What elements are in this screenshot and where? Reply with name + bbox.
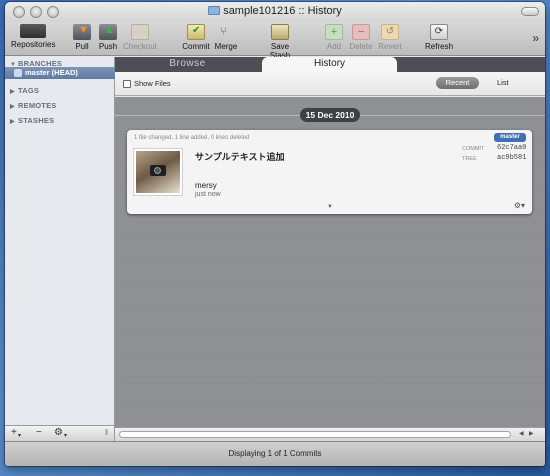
repositories-button[interactable]: Repositories — [11, 24, 55, 49]
status-bar: Displaying 1 of 1 Commits — [5, 441, 545, 466]
tab-browse[interactable]: Browse — [115, 57, 260, 72]
add-icon: + — [325, 24, 343, 40]
folder-icon — [208, 6, 221, 15]
merge-icon: ⑂ — [220, 24, 228, 38]
checkout-icon — [131, 24, 149, 40]
horizontal-scrollbar[interactable]: ◀ ▶ — [115, 427, 545, 441]
tree-hash: ac9b581 — [497, 154, 527, 162]
add-button[interactable]: + Add — [325, 24, 343, 51]
history-filter-bar: Show Files Recent List — [115, 72, 545, 96]
app-window: sample101216 :: History Repositories ▼ P… — [5, 2, 545, 466]
push-icon: ▲ — [99, 24, 117, 40]
sidebar-section-stashes[interactable]: ▶ STASHES — [10, 116, 54, 125]
merge-button[interactable]: ⑂ Merge — [214, 24, 238, 51]
tab-history[interactable]: History — [262, 57, 397, 72]
branch-icon — [14, 69, 22, 77]
lens-icon — [154, 167, 161, 174]
recent-view-button[interactable]: Recent — [436, 77, 479, 89]
pull-icon: ▼ — [73, 24, 91, 40]
checkout-button[interactable]: Checkout — [123, 24, 157, 51]
commit-author: mersy — [195, 181, 217, 190]
pull-button[interactable]: ▼ Pull — [71, 24, 93, 51]
view-tabs: Browse History — [115, 57, 545, 72]
scroll-right-icon[interactable]: ▶ — [529, 430, 534, 437]
refresh-button[interactable]: ⟳ Refresh — [425, 24, 453, 51]
commit-hash: 62c7aa0 — [497, 144, 527, 152]
disclosure-closed-icon: ▶ — [10, 89, 15, 95]
delete-button[interactable]: − Delete — [348, 24, 374, 51]
sidebar-add-button[interactable]: + — [11, 428, 17, 438]
commit-gear-icon[interactable]: ⚙▾ — [514, 201, 525, 210]
repositories-icon — [20, 24, 46, 38]
sidebar-section-remotes[interactable]: ▶ REMOTES — [10, 101, 57, 110]
expand-icon[interactable]: ▼ — [327, 204, 333, 210]
date-header: 15 Dec 2010 — [300, 108, 360, 122]
branch-badge: master — [494, 133, 526, 142]
push-button[interactable]: ▲ Push — [97, 24, 119, 51]
refresh-icon: ⟳ — [430, 24, 448, 40]
window-title: sample101216 :: History — [5, 5, 545, 17]
commit-card[interactable]: 1 file changed, 1 line added, 0 lines de… — [127, 130, 532, 214]
chevron-down-icon: ▾ — [64, 433, 68, 439]
commit-message: サンプルテキスト追加 — [195, 153, 285, 163]
show-files-label: Show Files — [134, 79, 171, 88]
revert-button[interactable]: ↺ Revert — [377, 24, 403, 51]
sidebar-item-master[interactable]: master (HEAD) — [5, 67, 115, 79]
sidebar: ▼ BRANCHES master (HEAD) ▶ TAGS ▶ REMOTES ▶… — [5, 57, 115, 425]
commit-stats: 1 file changed, 1 line added, 0 lines de… — [134, 135, 250, 141]
title-bar: sample101216 :: History — [5, 2, 545, 22]
revert-icon: ↺ — [381, 24, 399, 40]
avatar — [133, 148, 183, 196]
commit-icon: ✔ — [187, 24, 205, 40]
sidebar-footer: + ▾ − ⚙ ▾ ⦀ — [5, 425, 115, 441]
delete-icon: − — [352, 24, 370, 40]
tree-hash-label: TREE — [462, 156, 477, 162]
resize-handle-icon[interactable]: ⦀ — [105, 428, 109, 438]
scrollbar-track[interactable] — [119, 431, 511, 438]
toolbar: Repositories ▼ Pull ▲ Push Checkout ✔ Co… — [5, 22, 545, 60]
list-view-button[interactable]: List — [497, 77, 509, 89]
sidebar-section-tags[interactable]: ▶ TAGS — [10, 86, 39, 95]
scroll-left-icon[interactable]: ◀ — [519, 430, 524, 437]
author-photo — [136, 151, 180, 193]
disclosure-closed-icon: ▶ — [10, 119, 15, 125]
stash-icon — [271, 24, 289, 40]
show-files-checkbox[interactable] — [123, 80, 131, 88]
history-timeline: 15 Dec 2010 1 file changed, 1 line added… — [115, 97, 545, 427]
toolbar-overflow-button[interactable]: » — [532, 31, 539, 45]
status-text: Displaying 1 of 1 Commits — [228, 449, 322, 458]
sidebar-gear-button[interactable]: ⚙ — [54, 428, 63, 438]
disclosure-closed-icon: ▶ — [10, 104, 15, 110]
chevron-down-icon: ▾ — [18, 433, 22, 439]
commit-hash-label: COMMIT — [462, 146, 485, 152]
sidebar-remove-button[interactable]: − — [36, 428, 42, 438]
toolbar-toggle-button[interactable] — [521, 7, 539, 16]
commit-button[interactable]: ✔ Commit — [181, 24, 211, 51]
commit-time: just now — [195, 191, 221, 198]
save-stash-button[interactable]: Save Stash — [260, 24, 300, 60]
